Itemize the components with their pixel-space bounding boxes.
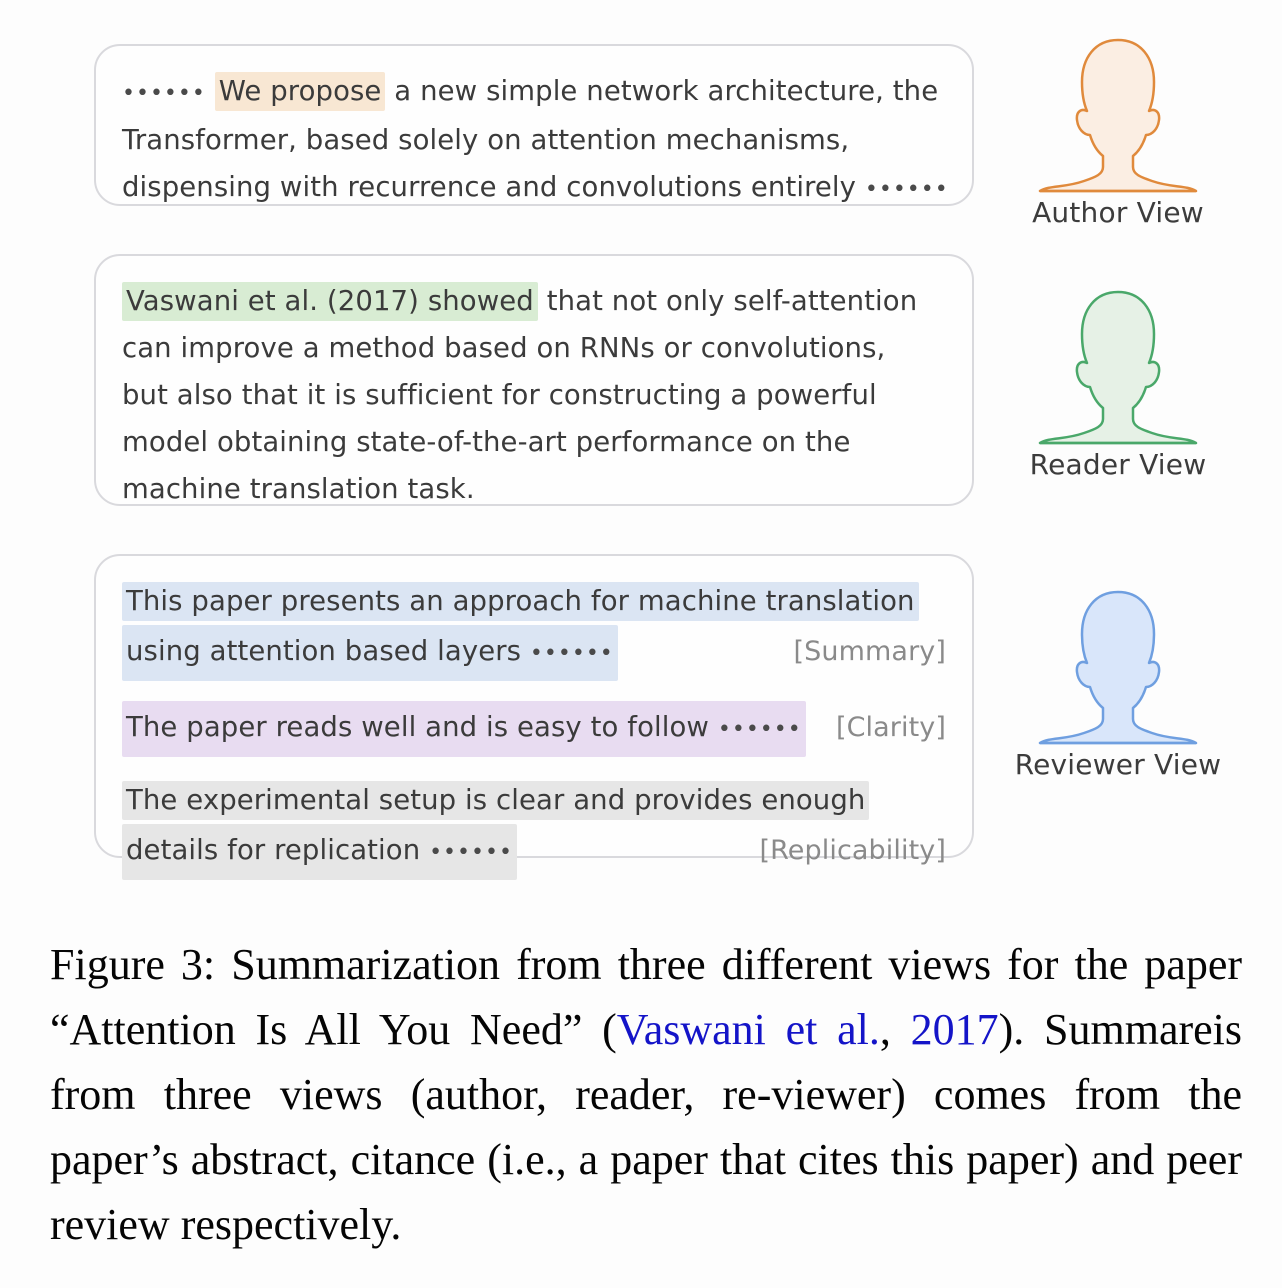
- leading-ellipsis: ••••••: [122, 81, 206, 106]
- author-view-label: Author View: [1032, 196, 1204, 229]
- summary-ellipsis: ••••••: [529, 641, 614, 666]
- replicability-line-2-text: details for replication: [126, 834, 421, 866]
- reader-view-avatar-block: Reader View: [1008, 286, 1228, 481]
- author-quote-line-3-text: dispensing with recurrence and convoluti…: [122, 171, 857, 203]
- person-silhouette-icon: [1038, 38, 1198, 193]
- reviewer-view-avatar-block: Reviewer View: [1008, 586, 1228, 781]
- author-quote-line-3: dispensing with recurrence and convoluti…: [122, 164, 949, 213]
- caption-citation-sep: ,: [879, 1005, 911, 1054]
- clarity-tag: [Clarity]: [835, 712, 946, 743]
- summary-line-2-row: using attention based layers •••••• [Sum…: [122, 625, 946, 681]
- reviewer-item-replicability: The experimental setup is clear and prov…: [122, 777, 946, 880]
- summary-highlight-line-2: using attention based layers ••••••: [122, 625, 618, 681]
- reader-quote-line-1: Vaswani et al. (2017) showed that not on…: [122, 278, 946, 325]
- reader-quote-line-2: can improve a method based on RNNs or co…: [122, 332, 886, 364]
- summary-highlight-line-1: This paper presents an approach for mach…: [122, 582, 919, 621]
- author-view-avatar-block: Author View: [1008, 34, 1228, 229]
- replicability-tag: [Replicability]: [759, 835, 946, 866]
- author-quote-line-1-rest: a new simple network architecture, the: [385, 75, 939, 107]
- replicability-ellipsis: ••••••: [429, 840, 513, 865]
- reader-quote-line-4: model obtaining state-of-the-art perform…: [122, 426, 851, 458]
- clarity-line-text: The paper reads well and is easy to foll…: [126, 711, 710, 743]
- reviewer-item-summary: This paper presents an approach for mach…: [122, 578, 946, 681]
- reader-quote-line-1-rest: that not only self-attention: [537, 285, 918, 317]
- caption-prefix: Figure 3:: [50, 940, 216, 989]
- replicability-highlight-line-1: The experimental setup is clear and prov…: [122, 781, 870, 820]
- clarity-ellipsis: ••••••: [717, 717, 802, 742]
- replicability-highlight-line-2: details for replication ••••••: [122, 824, 517, 880]
- replicability-line-1: The experimental setup is clear and prov…: [122, 777, 946, 824]
- summary-line-2-text: using attention based layers: [126, 635, 522, 667]
- reader-quote-line-3: but also that it is sufficient for const…: [122, 379, 877, 411]
- clarity-highlight-line: The paper reads well and is easy to foll…: [122, 701, 806, 757]
- figure-caption: Figure 3: Summarization from three diffe…: [50, 932, 1242, 1257]
- reviewer-item-clarity: The paper reads well and is easy to foll…: [122, 701, 946, 757]
- reader-quote-line-5: machine translation task.: [122, 473, 475, 505]
- author-highlight-phrase: We propose: [214, 72, 386, 111]
- trailing-ellipsis: ••••••: [864, 177, 949, 202]
- figure-3-container: •••••• We propose a new simple network a…: [0, 0, 1282, 1288]
- reviewer-view-label: Reviewer View: [1014, 748, 1222, 781]
- caption-citation-author[interactable]: Vaswani et al.: [617, 1005, 880, 1054]
- summary-line-1: This paper presents an approach for mach…: [122, 578, 946, 625]
- author-view-quote-box: •••••• We propose a new simple network a…: [94, 44, 974, 206]
- author-quote-line-1: •••••• We propose a new simple network a…: [122, 68, 946, 117]
- author-quote-line-2: Transformer, based solely on attention m…: [122, 124, 850, 156]
- replicability-line-2-row: details for replication •••••• [Replicab…: [122, 824, 946, 880]
- reader-view-quote-box: Vaswani et al. (2017) showed that not on…: [94, 254, 974, 506]
- reader-highlight-phrase: Vaswani et al. (2017) showed: [122, 282, 538, 321]
- clarity-line-row: The paper reads well and is easy to foll…: [122, 701, 946, 757]
- person-silhouette-icon: [1038, 590, 1198, 745]
- caption-citation-year[interactable]: 2017: [911, 1005, 999, 1054]
- person-silhouette-icon: [1038, 290, 1198, 445]
- summary-tag: [Summary]: [793, 636, 946, 667]
- reader-view-label: Reader View: [1029, 448, 1207, 481]
- reviewer-view-quote-box: This paper presents an approach for mach…: [94, 554, 974, 880]
